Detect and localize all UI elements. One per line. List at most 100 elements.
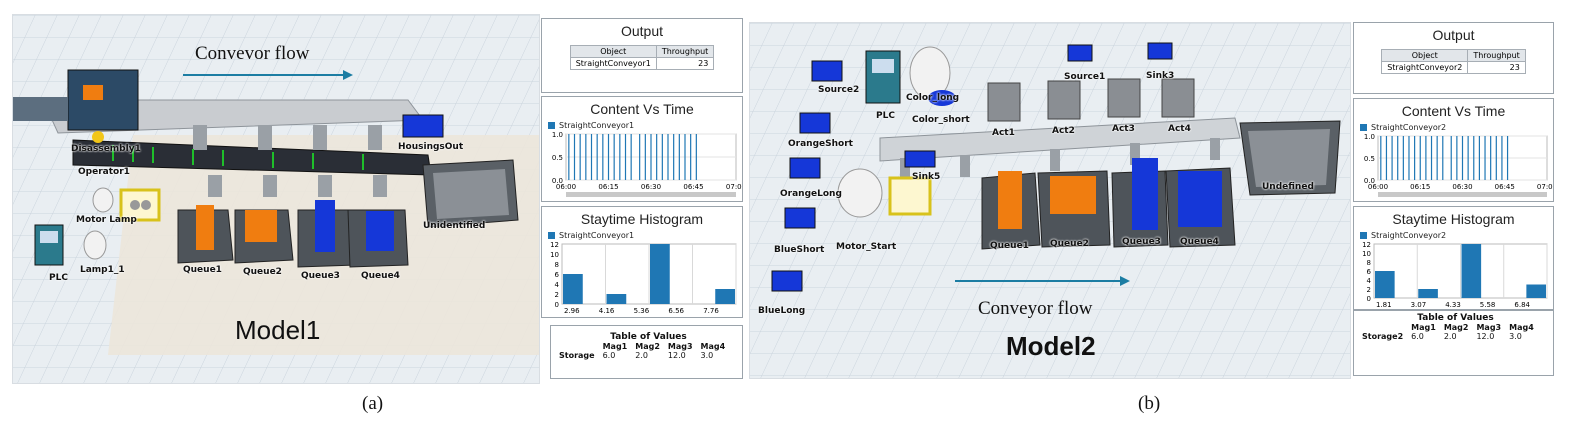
caption-b: (b) <box>1138 393 1161 414</box>
output-table: Object Throughput StraightConveyor2 23 <box>1381 49 1526 74</box>
object-label[interactable]: Queue2 <box>243 267 282 277</box>
y-tick-label: 4 <box>555 281 560 289</box>
object-label[interactable]: Act3 <box>1112 124 1135 134</box>
chart-scrollbar[interactable] <box>566 192 736 197</box>
chart-legend: StraightConveyor1 <box>548 231 742 240</box>
chart-legend: StraightConveyor2 <box>1360 123 1553 132</box>
x-tick-label: 6.84 <box>1514 301 1530 309</box>
x-tick-label: 06:45 <box>1495 183 1515 191</box>
object-label[interactable]: BlueLong <box>758 306 805 316</box>
legend-label: StraightConveyor1 <box>559 231 635 240</box>
column-header: Object <box>1381 49 1469 62</box>
histogram-bar <box>1418 289 1438 298</box>
chart-scrollbar[interactable] <box>1378 192 1547 197</box>
object-label[interactable]: Color_short <box>912 115 970 125</box>
histogram-chart: 0 2 4 6 8 10 12 2.96 4.16 5.36 6.56 7.76 <box>550 241 737 315</box>
model-title: Model1 <box>235 315 321 345</box>
object-label[interactable]: PLC <box>876 111 895 121</box>
model2-viewport[interactable]: Conveyor flow Model2 Source2 PLC Color_l… <box>749 22 1351 379</box>
model1-viewport[interactable]: Convevor flow Model1 Disassembly1 Operat… <box>12 14 540 384</box>
object-label[interactable]: Sink3 <box>1146 71 1174 81</box>
object-label[interactable]: BlueShort <box>774 245 824 255</box>
histogram-chart: 024681012 1.81 3.07 4.33 5.58 6.84 <box>1362 241 1548 309</box>
histogram-bar <box>563 274 583 304</box>
output-title: Output <box>1432 27 1475 43</box>
tov-title: Table of Values <box>610 332 687 342</box>
object-label[interactable]: Queue1 <box>990 241 1029 251</box>
table-cell: 3.0 <box>700 351 714 360</box>
histogram-panel: Staytime Histogram StraightConveyor2 024… <box>1353 206 1554 310</box>
y-tick-label: 0.5 <box>552 154 563 162</box>
histogram-bar <box>715 289 735 304</box>
y-tick-label: 8 <box>555 261 559 269</box>
object-label[interactable]: Act4 <box>1168 124 1191 134</box>
y-tick-label: 2 <box>1367 286 1371 294</box>
table-cell: StraightConveyor1 <box>569 57 657 70</box>
column-header: Throughput <box>655 45 715 58</box>
object-label[interactable]: Queue3 <box>1122 237 1161 247</box>
table-cell: 6.0 <box>1411 332 1424 341</box>
object-label[interactable]: Motor_Start <box>836 242 896 252</box>
table-cell: 6.0 <box>602 351 616 360</box>
chart-legend: StraightConveyor1 <box>548 121 742 130</box>
x-tick-label: 06:15 <box>598 183 618 191</box>
object-label[interactable]: Queue1 <box>183 265 222 275</box>
y-tick-label: 0.5 <box>1364 155 1375 163</box>
object-label[interactable]: Queue4 <box>1180 237 1219 247</box>
object-label[interactable]: Sink5 <box>912 172 940 182</box>
object-label[interactable]: Disassembly1 <box>71 144 141 154</box>
object-label[interactable]: Unidentified <box>423 221 485 231</box>
object-label[interactable]: Queue4 <box>361 271 400 281</box>
content-chart: 0.00.51.006:0006:1506:3006:4507:00 <box>1364 133 1557 197</box>
content-panel: Content Vs Time StraightConveyor2 0.0 0.5… <box>1353 98 1557 202</box>
object-label[interactable]: Act2 <box>1052 126 1075 136</box>
table-of-values-panel: Table of Values Mag1 Mag2 Mag3 Mag4 Storage… <box>550 325 743 379</box>
object-label[interactable]: Undefined <box>1262 182 1314 192</box>
y-tick-label: 1.0 <box>552 131 563 139</box>
x-tick-label: 4.16 <box>599 307 615 315</box>
object-label[interactable]: OrangeShort <box>788 139 853 149</box>
x-tick-label: 5.58 <box>1480 301 1496 309</box>
x-tick-label: 7.76 <box>703 307 719 315</box>
x-tick-label: 06:15 <box>1410 183 1430 191</box>
table-cell: 2.0 <box>1443 332 1457 341</box>
histogram-panel: Staytime Histogram StraightConveyor1 0 2 4… <box>541 206 743 318</box>
object-label[interactable]: Queue2 <box>1050 239 1089 249</box>
object-label[interactable]: Queue3 <box>301 271 340 281</box>
histogram-bar <box>606 294 627 304</box>
column-header: Mag2 <box>1443 323 1469 332</box>
object-label[interactable]: HousingsOut <box>398 142 463 152</box>
model-title: Model2 <box>1006 331 1096 361</box>
object-label[interactable]: Operator1 <box>78 167 130 177</box>
y-tick-label: 1.0 <box>1364 133 1375 141</box>
table-cell: 12.0 <box>1476 332 1495 341</box>
object-label[interactable]: PLC <box>49 273 68 283</box>
row-label: Storage <box>559 351 595 360</box>
object-label[interactable]: Source1 <box>1064 72 1105 82</box>
object-label[interactable]: Motor Lamp <box>76 215 137 225</box>
object-label[interactable]: Lamp1_1 <box>80 265 125 275</box>
y-tick-label: 6 <box>555 271 560 279</box>
x-tick-label: 06:30 <box>1452 183 1472 191</box>
content-chart: 0.00.51.006:0006:1506:3006:4507:00 <box>552 131 746 197</box>
column-header: Object <box>569 45 657 58</box>
output-title: Output <box>620 23 664 39</box>
table-cell: 2.0 <box>635 351 648 360</box>
object-label[interactable]: Act1 <box>992 128 1015 138</box>
y-tick-label: 12 <box>550 241 559 249</box>
y-tick-label: 0 <box>555 301 559 309</box>
chart-title: Content Vs Time <box>590 101 694 117</box>
chart-title: Content Vs Time <box>1401 103 1506 119</box>
histogram-bar <box>1375 271 1395 298</box>
y-tick-label: 0 <box>1367 295 1371 303</box>
legend-swatch <box>1360 232 1367 239</box>
object-label[interactable]: Color_long <box>906 93 959 103</box>
x-tick-label: 06:00 <box>556 183 576 191</box>
tov-table: Mag1 Mag2 Mag3 Mag4 Storage2 6.0 2.0 12.0 3.0 <box>1358 323 1538 341</box>
object-label[interactable]: OrangeLong <box>780 189 842 199</box>
output-panel: Output Object Throughput StraightConveyor… <box>541 18 743 93</box>
histogram-bar <box>1461 244 1482 298</box>
x-tick-label: 06:00 <box>1368 183 1388 191</box>
object-label[interactable]: Source2 <box>818 85 859 95</box>
table-of-values-panel: Table of Values Mag1 Mag2 Mag3 Mag4 Storage… <box>1353 310 1554 376</box>
